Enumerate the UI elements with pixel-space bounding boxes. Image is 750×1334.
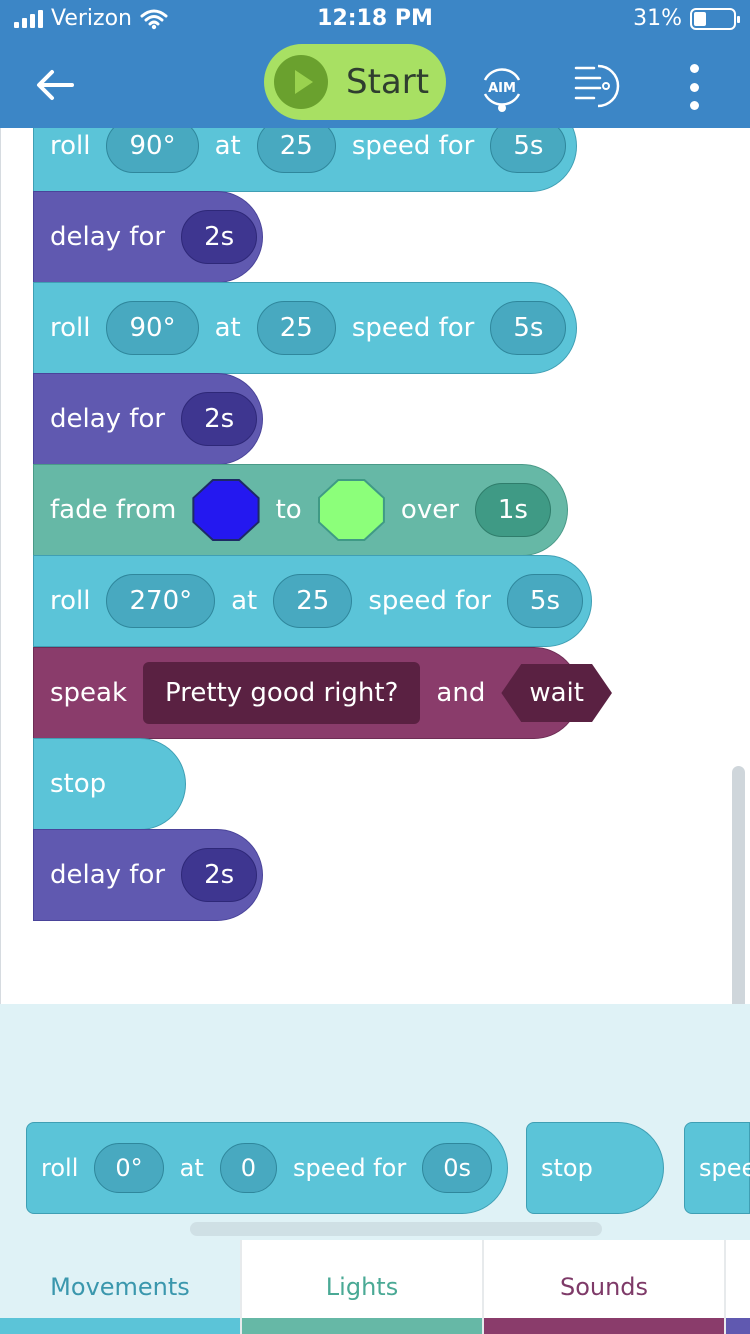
roll-block[interactable]: roll 90° at 25 speed for 5s [33,128,577,192]
aim-icon[interactable]: AIM [475,60,529,114]
status-right: 31% [633,6,740,31]
toolbar: Start AIM [0,40,750,128]
start-button[interactable]: Start [264,44,446,120]
heading-input[interactable]: 90° [106,301,199,355]
block-keyword: stop [50,769,107,799]
duration-input[interactable]: 5s [506,574,584,628]
block-keyword: speed for [293,1154,407,1182]
tab-color-bar [242,1318,482,1334]
block-keyword: roll [50,586,91,616]
tab-label: Sounds [559,1273,649,1301]
block-keyword: speed for [351,313,475,343]
speak-block[interactable]: speak Pretty good right? and wait [33,647,612,739]
duration-input[interactable]: 0s [422,1143,492,1193]
block-palette[interactable]: roll 0° at 0 speed for 0s stop spee [0,1004,750,1240]
wait-toggle[interactable]: wait [501,664,612,722]
category-tabs: Movements Lights Sounds [0,1240,750,1334]
block-keyword: over [400,495,459,525]
tab-lights[interactable]: Lights [242,1240,484,1334]
to-color-picker[interactable] [317,479,385,541]
block-keyword: roll [50,131,91,161]
heading-input[interactable]: 90° [106,128,199,173]
roll-block[interactable]: roll 270° at 25 speed for 5s [33,555,592,647]
block-keyword: at [231,586,258,616]
program-canvas[interactable]: roll 90° at 25 speed for 5s delay for 2s… [0,128,750,1004]
block-keyword: speed for [351,131,475,161]
block-keyword: delay for [50,404,166,434]
speed-input[interactable]: 25 [256,128,336,173]
block-keyword: delay for [50,860,166,890]
heading-input[interactable]: 0° [94,1143,164,1193]
aim-label: AIM [488,81,516,96]
duration-input[interactable]: 2s [181,848,258,902]
tab-color-bar [0,1318,240,1334]
block-keyword: stop [541,1154,593,1182]
delay-block[interactable]: delay for 2s [33,829,263,921]
horizontal-scrollbar[interactable] [190,1222,602,1236]
battery-percent: 31% [633,6,682,31]
vertical-scrollbar[interactable] [732,766,745,1004]
duration-input[interactable]: 5s [490,128,567,173]
start-button-label: Start [346,62,430,102]
delay-block[interactable]: delay for 2s [33,373,263,465]
block-keyword: at [214,131,241,161]
tab-sounds[interactable]: Sounds [484,1240,726,1334]
speed-input[interactable]: 25 [273,574,353,628]
block-keyword: at [214,313,241,343]
tab-movements[interactable]: Movements [0,1240,242,1334]
block-keyword: speak [50,678,128,708]
back-arrow-icon[interactable] [30,60,80,110]
duration-input[interactable]: 2s [181,392,258,446]
palette-speed-block[interactable]: spee [684,1122,750,1214]
tab-label: Movements [50,1273,190,1301]
fade-block[interactable]: fade from to over 1s [33,464,568,556]
block-keyword: spee [699,1154,750,1182]
battery-icon [690,7,740,30]
more-options-icon[interactable] [680,64,708,110]
palette-stop-block[interactable]: stop [526,1122,664,1214]
status-bar: Verizon 12:18 PM 31% [0,0,750,40]
play-icon [274,55,328,109]
speed-input[interactable]: 0 [219,1143,278,1193]
duration-input[interactable]: 1s [474,483,551,537]
tab-color-bar [484,1318,724,1334]
app-header: Verizon 12:18 PM 31% Start AIM [0,0,750,128]
block-keyword: to [275,495,302,525]
block-keyword: and [436,678,486,708]
tab-color-bar [726,1318,750,1334]
block-keyword: delay for [50,222,166,252]
speed-input[interactable]: 25 [256,301,336,355]
program-settings-icon[interactable] [572,60,624,112]
duration-input[interactable]: 2s [181,210,258,264]
roll-block[interactable]: roll 90° at 25 speed for 5s [33,282,577,374]
block-keyword: roll [50,313,91,343]
block-keyword: roll [41,1154,79,1182]
duration-input[interactable]: 5s [490,301,567,355]
tab-next-category[interactable] [726,1240,750,1334]
from-color-picker[interactable] [192,479,260,541]
delay-block[interactable]: delay for 2s [33,191,263,283]
palette-roll-block[interactable]: roll 0° at 0 speed for 0s [26,1122,508,1214]
stop-block[interactable]: stop [33,738,186,830]
heading-input[interactable]: 270° [106,574,216,628]
speak-text-input[interactable]: Pretty good right? [143,662,421,724]
block-keyword: fade from [50,495,177,525]
block-keyword: speed for [368,586,491,616]
tab-label: Lights [325,1273,399,1301]
block-keyword: at [179,1154,204,1182]
